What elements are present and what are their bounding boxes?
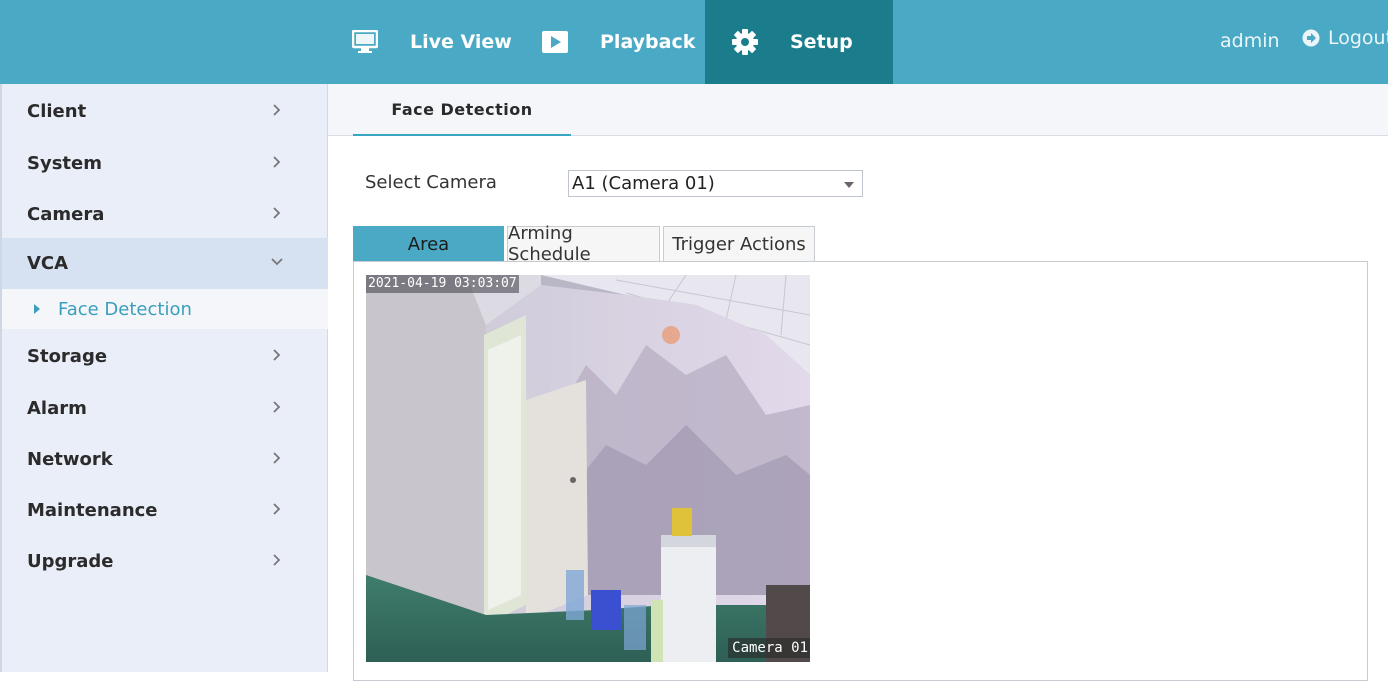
sidebar: Client System Camera VCA Face Detection …: [0, 84, 328, 672]
sidebar-item-upgrade[interactable]: Upgrade: [2, 536, 328, 586]
select-camera-label: Select Camera: [365, 172, 497, 193]
camera-scene-image: [366, 275, 810, 662]
chevron-down-icon: [271, 258, 283, 266]
sidebar-item-network[interactable]: Network: [2, 434, 328, 484]
camera-select[interactable]: A1 (Camera 01): [568, 170, 863, 197]
subtab-arming-schedule[interactable]: Arming Schedule: [507, 223, 660, 265]
sidebar-item-label: System: [27, 152, 102, 174]
monitor-icon: [350, 30, 380, 54]
sidebar-item-label: Network: [27, 448, 113, 470]
sidebar-item-label: VCA: [27, 253, 69, 274]
chevron-right-icon: [273, 207, 281, 219]
sidebar-item-label: Camera: [27, 203, 105, 225]
sidebar-item-label: Client: [27, 100, 87, 122]
subtab-trigger-actions[interactable]: Trigger Actions: [663, 226, 815, 262]
sidebar-item-alarm[interactable]: Alarm: [2, 383, 328, 433]
camera-name-overlay: Camera 01: [728, 638, 810, 658]
nav-playback-label: Playback: [600, 31, 696, 53]
dropdown-arrow-icon: [844, 182, 854, 188]
sidebar-item-label: Alarm: [27, 397, 87, 419]
chevron-right-icon: [273, 349, 281, 361]
sidebar-item-maintenance[interactable]: Maintenance: [2, 485, 328, 535]
camera-timestamp: 2021-04-19 03:03:07: [366, 275, 519, 293]
username: admin: [1220, 30, 1280, 52]
logout-icon: [1302, 29, 1320, 47]
top-navigation-bar: Live View Playback Setup admin Logout: [0, 0, 1388, 84]
content-header: Face Detection: [328, 84, 1388, 136]
caret-right-icon: [34, 304, 40, 314]
nav-setup[interactable]: Setup: [705, 0, 893, 84]
chevron-right-icon: [273, 452, 281, 464]
sidebar-item-label: Upgrade: [27, 550, 114, 572]
subtab-area[interactable]: Area: [353, 226, 504, 262]
gear-icon: [730, 28, 760, 56]
nav-playback[interactable]: Playback: [540, 0, 695, 84]
sidebar-item-system[interactable]: System: [2, 138, 328, 188]
nav-setup-label: Setup: [790, 31, 853, 53]
sidebar-item-storage[interactable]: Storage: [2, 331, 328, 381]
sidebar-item-camera[interactable]: Camera: [2, 189, 328, 239]
logout-button[interactable]: Logout: [1302, 27, 1388, 49]
tab-face-detection[interactable]: Face Detection: [353, 84, 571, 136]
play-icon: [540, 30, 570, 54]
sidebar-item-client[interactable]: Client: [2, 86, 328, 136]
chevron-right-icon: [273, 401, 281, 413]
sidebar-item-label: Maintenance: [27, 499, 158, 521]
camera-preview[interactable]: 2021-04-19 03:03:07 Camera 01: [366, 275, 810, 662]
nav-live-view-label: Live View: [410, 31, 512, 53]
camera-select-value: A1 (Camera 01): [572, 173, 715, 194]
chevron-right-icon: [273, 156, 281, 168]
chevron-right-icon: [273, 554, 281, 566]
sidebar-item-vca[interactable]: VCA: [2, 238, 328, 289]
chevron-right-icon: [273, 104, 281, 116]
nav-live-view[interactable]: Live View: [350, 0, 512, 84]
logout-label: Logout: [1328, 27, 1388, 49]
chevron-right-icon: [273, 503, 281, 515]
sidebar-item-label: Storage: [27, 345, 108, 367]
sidebar-subitem-face-detection[interactable]: Face Detection: [2, 289, 328, 329]
sidebar-subitem-label: Face Detection: [58, 298, 192, 320]
